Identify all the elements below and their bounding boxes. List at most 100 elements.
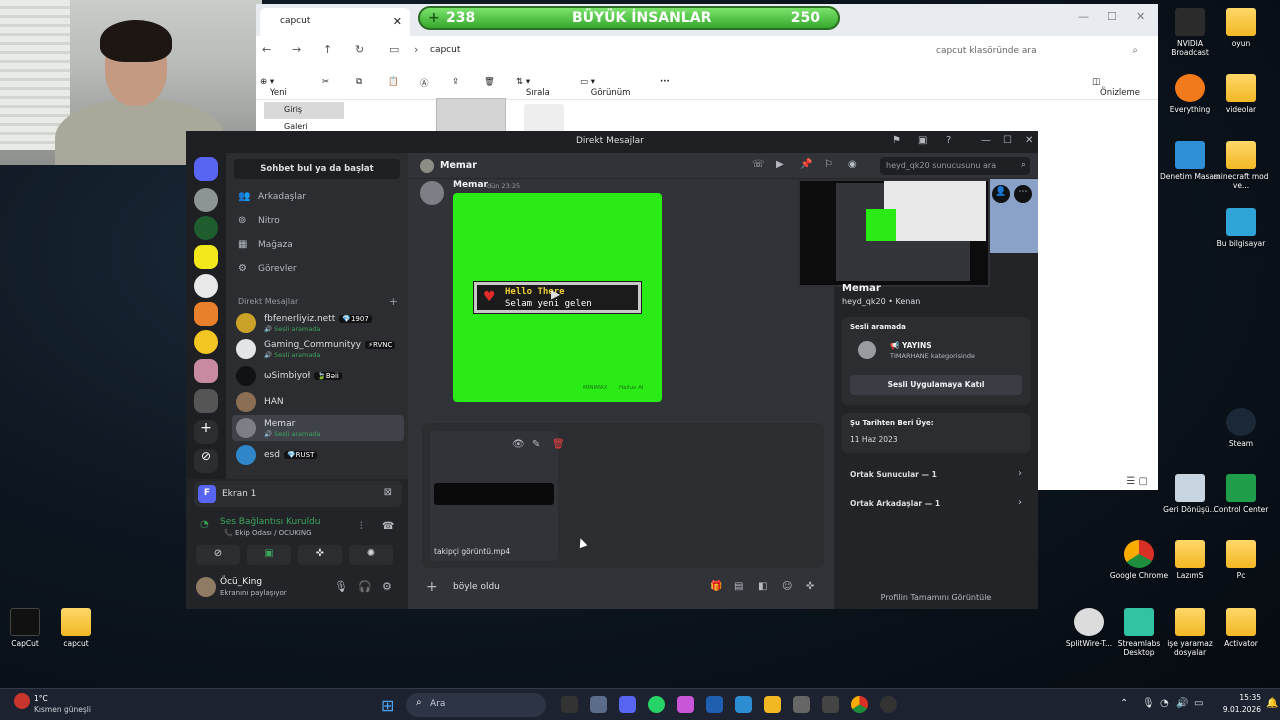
dm-item[interactable]: fbfenerliyiz.nett 💎1907 🔊 Sesli aramada — [232, 310, 404, 336]
call-icon[interactable]: ☏ — [752, 159, 765, 170]
mouse-app-icon[interactable] — [822, 696, 839, 713]
sort-button[interactable]: ⇅ Sırala ▾ — [516, 77, 550, 98]
taskbar-search[interactable]: ⌕ Ara — [406, 693, 546, 717]
volume-icon[interactable]: 🔊 — [1176, 698, 1188, 709]
notification-icon[interactable]: 🔔 — [1266, 698, 1278, 709]
pin-icon[interactable]: 📌 — [800, 159, 812, 170]
desktop-icon-minecraft[interactable]: minecraft mod ve... — [1210, 141, 1272, 190]
chrome-icon[interactable] — [851, 696, 868, 713]
file-explorer-icon[interactable] — [764, 696, 781, 713]
desktop-icon-pc[interactable]: Pc — [1210, 540, 1272, 580]
whatsapp-icon[interactable] — [648, 696, 665, 713]
home-icon[interactable] — [194, 157, 218, 181]
server-icon[interactable] — [194, 330, 218, 354]
delete-icon[interactable]: 🗑 — [484, 77, 495, 87]
maximize-icon[interactable]: ☐ — [1107, 10, 1117, 23]
create-dm-icon[interactable]: + — [389, 295, 398, 308]
preview-button[interactable]: ◫ Önizleme — [1092, 77, 1140, 98]
desktop-icon-oyun[interactable]: oyun — [1210, 8, 1272, 48]
close-tab-icon[interactable]: ✕ — [393, 15, 402, 28]
server-icon[interactable] — [194, 245, 218, 269]
close-window-icon[interactable]: ✕ — [1136, 10, 1145, 23]
monitor-icon[interactable]: ▭ — [389, 43, 399, 56]
maximize-icon[interactable]: ☐ — [1003, 135, 1012, 146]
chat-search-input[interactable]: heyd_qk20 sunucusunu ara ⌕ — [880, 157, 1030, 175]
add-friend-icon[interactable]: 👤 — [992, 185, 1010, 203]
server-icon[interactable] — [194, 302, 218, 326]
explorer-tab[interactable]: capcut ✕ — [260, 8, 410, 36]
desktop-icon-activator[interactable]: Activator — [1210, 608, 1272, 648]
mailbox-icon[interactable]: ▣ — [918, 135, 927, 146]
task-view-icon[interactable] — [561, 696, 578, 713]
discord-icon[interactable] — [619, 696, 636, 713]
file-thumbnail[interactable] — [436, 98, 506, 134]
play-icon[interactable]: ▶ — [551, 287, 560, 301]
video-call-icon[interactable]: ▶ — [776, 159, 784, 170]
paste-icon[interactable]: 📋 — [388, 77, 399, 87]
dm-item[interactable]: HAN — [232, 389, 404, 415]
rename-icon[interactable]: Ⓐ — [420, 77, 429, 89]
help-icon[interactable]: ? — [946, 135, 951, 146]
new-button[interactable]: ⊕ Yeni ▾ — [260, 77, 287, 98]
edit-icon[interactable]: ✎ — [532, 439, 540, 450]
inbox-icon[interactable]: ⚑ — [892, 135, 901, 146]
server-icon[interactable] — [194, 188, 218, 212]
mutual-servers-row[interactable]: Ortak Sunucular — 1 › — [842, 461, 1030, 489]
chevron-right-icon[interactable]: › — [414, 43, 418, 56]
app-icon[interactable] — [590, 696, 607, 713]
desktop-icon-capcut-folder[interactable]: capcut — [45, 608, 107, 648]
battery-icon[interactable]: ▭ — [1194, 698, 1203, 709]
desktop-icon-steam[interactable]: Steam — [1210, 408, 1272, 448]
join-voice-button[interactable]: Sesli Uygulamaya Katıl — [850, 375, 1022, 395]
noise-suppression-icon[interactable]: ⫶ — [360, 521, 363, 532]
sticker-icon[interactable]: ◧ — [758, 581, 767, 592]
dm-item[interactable]: esd 💎RUST — [232, 442, 404, 468]
copilot-icon[interactable] — [677, 696, 694, 713]
message-author[interactable]: Memar — [453, 180, 488, 190]
refresh-icon[interactable]: ↻ — [355, 43, 364, 56]
message-input[interactable]: böyle oldu — [453, 582, 500, 592]
up-icon[interactable]: ↑ — [323, 43, 332, 56]
dm-item-active[interactable]: Memar 🔊 Sesli aramada — [232, 415, 404, 441]
cut-icon[interactable]: ✂ — [322, 77, 329, 87]
screen-share-card[interactable]: F Ekran 1 ⊠ — [194, 481, 402, 507]
network-icon[interactable]: ◔ — [1160, 698, 1169, 709]
weather-status[interactable]: Kısmen güneşli — [34, 705, 91, 714]
soundboard-button[interactable]: ✺ — [349, 545, 393, 565]
more-button[interactable]: ··· — [660, 77, 670, 87]
path-text[interactable]: capcut — [430, 45, 460, 55]
voice-channel[interactable]: 📞 Ekip Odası / OCUKING — [224, 529, 312, 537]
nav-nitro[interactable]: ⊚ Nitro — [236, 211, 402, 233]
server-icon[interactable] — [194, 216, 218, 240]
delete-icon[interactable]: 🗑 — [552, 439, 565, 450]
mail-icon[interactable] — [735, 696, 752, 713]
close-window-icon[interactable]: ✕ — [1025, 135, 1033, 146]
add-friends-icon[interactable]: ⚐ — [824, 159, 833, 170]
desktop-icon-videolar[interactable]: videolar — [1210, 74, 1272, 114]
disconnect-icon[interactable]: ☎ — [382, 521, 394, 532]
clock-date[interactable]: 9.01.2026 — [1212, 705, 1261, 714]
sidebar-item-home[interactable]: Giriş — [264, 102, 344, 119]
calculator-icon[interactable] — [793, 696, 810, 713]
user-profile-icon[interactable]: ◉ — [848, 159, 857, 170]
chevron-up-icon[interactable]: ⌃ — [1120, 698, 1128, 709]
weather-icon[interactable] — [14, 693, 30, 709]
server-icon[interactable] — [194, 274, 218, 298]
more-icon[interactable]: ⋯ — [1014, 185, 1032, 203]
screen-share-button[interactable]: ▣ — [247, 545, 291, 565]
file-thumbnail[interactable] — [524, 104, 564, 134]
mutual-friends-row[interactable]: Ortak Arkadaşlar — 1 › — [842, 490, 1030, 518]
copy-icon[interactable]: ⧉ — [356, 77, 362, 87]
avatar[interactable] — [196, 577, 216, 597]
pending-attachment[interactable]: 👁 ✎ 🗑 takipçi görüntü.mp4 — [430, 431, 565, 561]
forward-icon[interactable]: → — [292, 43, 301, 56]
view-toggle-icons[interactable]: ☰ ▢ — [1126, 476, 1148, 487]
nav-quests[interactable]: ⚙ Görevler — [236, 259, 402, 281]
stop-stream-icon[interactable]: ⊠ — [384, 487, 392, 498]
minimize-icon[interactable]: — — [981, 135, 991, 146]
server-icon[interactable] — [194, 389, 218, 413]
weather-temp[interactable]: 1°C — [34, 694, 48, 703]
nav-friends[interactable]: 👥 Arkadaşlar — [236, 187, 402, 209]
camera-off-button[interactable]: ⊘ — [196, 545, 240, 565]
gear-icon[interactable]: ⚙ — [382, 580, 392, 593]
